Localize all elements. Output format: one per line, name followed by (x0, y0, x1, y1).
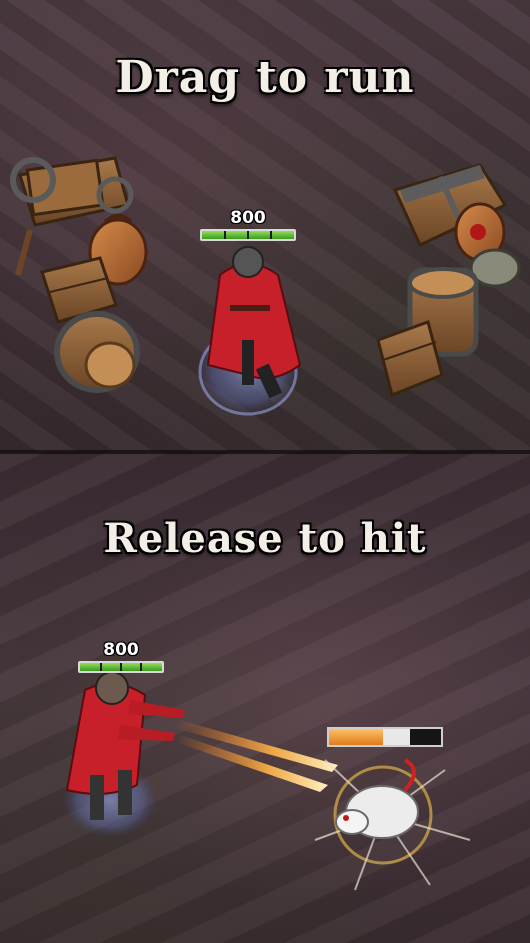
hp-segment (247, 231, 249, 239)
tutorial-headline-drag: Drag to run (115, 52, 415, 103)
rat-enemy-icon (314, 758, 471, 891)
scene-art (10, 156, 521, 891)
enemy-health-bar (327, 727, 443, 747)
player-hp-track (78, 661, 164, 673)
hp-segment (140, 663, 142, 671)
hunter-player-icon (62, 671, 185, 838)
hp-segment (120, 663, 122, 671)
player-hp-value: 800 (230, 208, 266, 228)
hp-segment (224, 231, 226, 239)
player-health-bar: 800 (78, 641, 164, 673)
hp-segment (100, 663, 102, 671)
tutorial-headline-release: Release to hit (103, 515, 427, 562)
hp-segment (270, 231, 272, 239)
shot-trail (175, 720, 338, 792)
hunter-player-icon (196, 246, 302, 416)
game-screen[interactable]: Drag to run Release to hit 800 800 (0, 0, 530, 943)
player-hp-value: 800 (103, 640, 139, 660)
enemy-hp-damage-preview (382, 729, 410, 745)
player-hp-track (200, 229, 296, 241)
crate-icon (376, 320, 444, 398)
barrel-icon (54, 311, 140, 393)
player-health-bar: 800 (200, 209, 296, 241)
enemy-hp-fill (329, 729, 383, 745)
